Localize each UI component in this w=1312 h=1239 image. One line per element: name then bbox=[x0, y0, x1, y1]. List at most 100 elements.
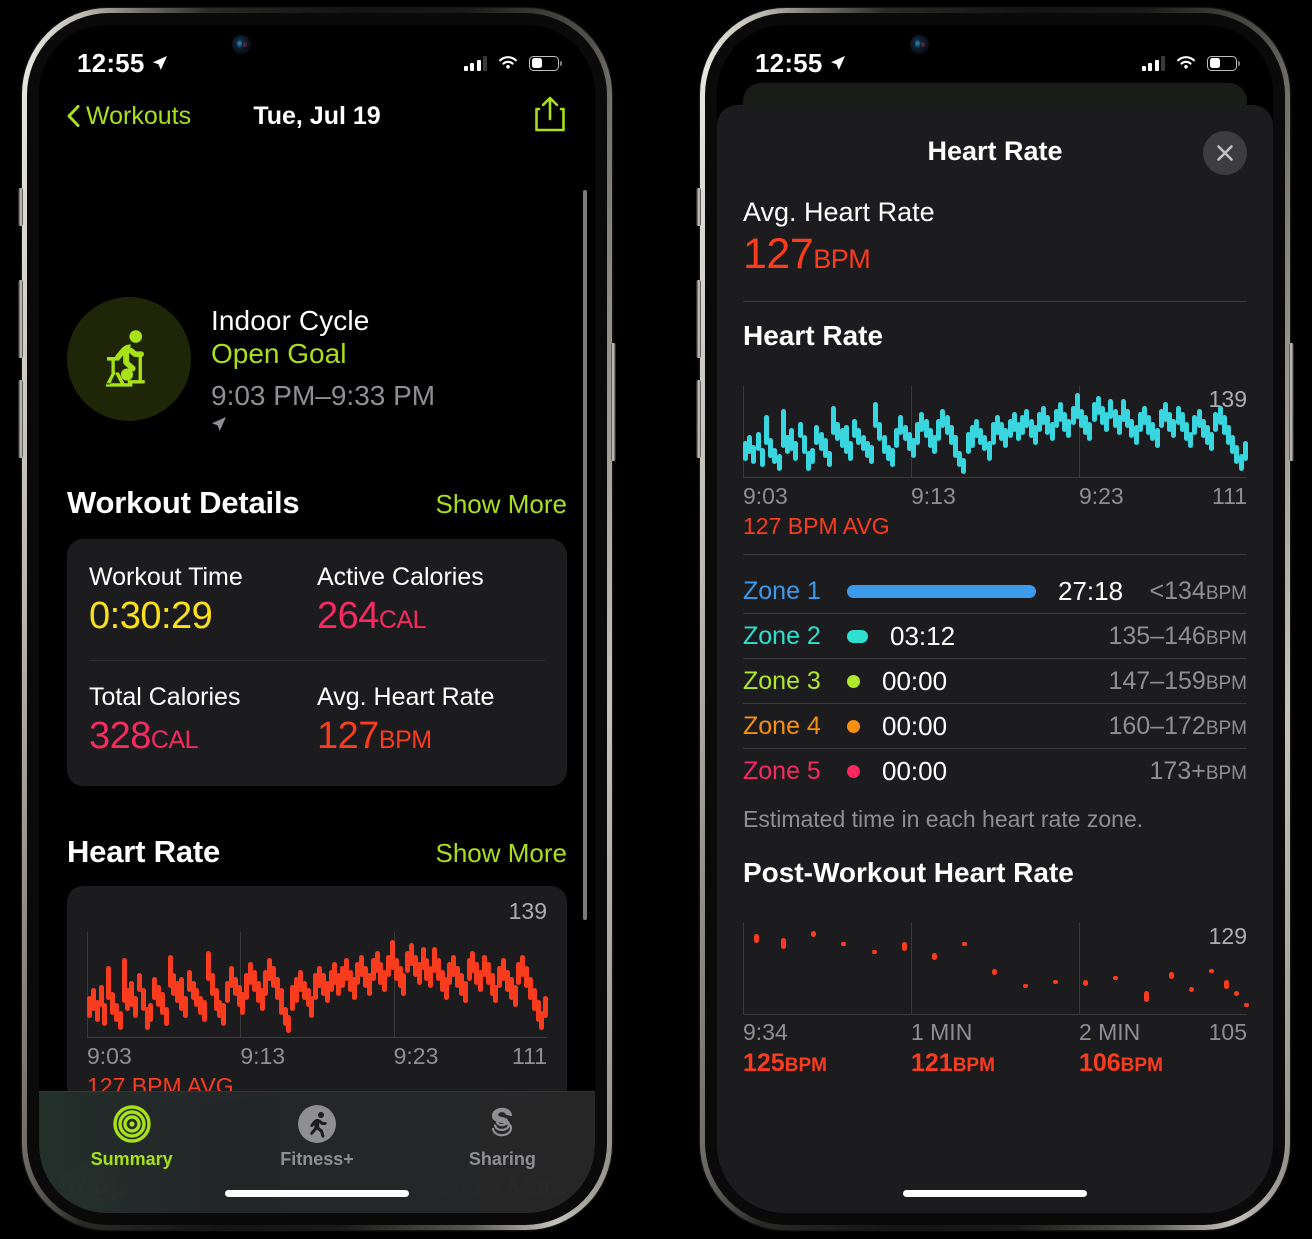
chart-point bbox=[901, 941, 907, 951]
metric-active-calories: Active Calories 264CAL bbox=[317, 559, 545, 661]
workout-title: Indoor Cycle bbox=[211, 305, 370, 336]
zone-row: Zone 5 00:00 173+BPM bbox=[743, 749, 1247, 794]
tab-sharing[interactable]: Sharing bbox=[410, 1104, 595, 1170]
heart-rate-section-title: Heart Rate bbox=[743, 320, 884, 351]
chart-bar bbox=[890, 447, 895, 468]
chart-bar bbox=[1209, 431, 1215, 451]
zone-range: 135–146BPM bbox=[1108, 621, 1247, 650]
chart-bar bbox=[202, 999, 207, 1022]
metric-label: Active Calories bbox=[317, 563, 484, 591]
heart-rate-plot bbox=[87, 932, 549, 1038]
wifi-icon bbox=[499, 56, 517, 69]
zone-dot bbox=[847, 765, 860, 778]
volume-up-button[interactable] bbox=[696, 280, 701, 358]
volume-down-button[interactable] bbox=[18, 380, 23, 458]
chart-bar bbox=[543, 995, 549, 1019]
tab-summary[interactable]: Summary bbox=[39, 1104, 224, 1170]
avg-heart-rate-value: 127BPM bbox=[743, 230, 871, 278]
heart-rate-header: Heart Rate Show More bbox=[67, 834, 567, 870]
chart-point bbox=[1234, 991, 1240, 996]
chart-bar bbox=[810, 447, 816, 464]
chart-min-label: 111 bbox=[512, 1043, 547, 1069]
avg-heart-rate-label: Avg. Heart Rate bbox=[743, 197, 935, 227]
metric-label: Avg. Heart Rate bbox=[317, 683, 495, 711]
zones-footnote: Estimated time in each heart rate zone. bbox=[743, 806, 1144, 832]
silent-switch[interactable] bbox=[18, 188, 23, 226]
zone-name: Zone 3 bbox=[743, 666, 821, 695]
chart-bar bbox=[869, 444, 874, 464]
zone-name: Zone 5 bbox=[743, 757, 821, 785]
power-button[interactable] bbox=[611, 343, 616, 461]
chart-bar bbox=[961, 457, 967, 474]
metric-label: Workout Time bbox=[89, 563, 243, 591]
status-bar-left: 12:55 bbox=[755, 48, 846, 79]
screenshot-stage: 12:55 Tue, Jul 19 Workouts Indoor Cycle … bbox=[0, 0, 1312, 1239]
silent-switch[interactable] bbox=[696, 188, 701, 226]
chart-point bbox=[1209, 968, 1215, 973]
screen-left: 12:55 Tue, Jul 19 Workouts Indoor Cycle … bbox=[39, 25, 595, 1213]
post-workout-axis: 9:34 1 MIN 2 MIN 105 bbox=[743, 1019, 1247, 1047]
axis-tick: 9:03 bbox=[87, 1043, 132, 1069]
tab-fitness-plus[interactable]: Fitness+ bbox=[224, 1104, 409, 1170]
chart-point bbox=[1022, 983, 1028, 989]
zone-bar bbox=[847, 629, 868, 643]
chart-point bbox=[841, 941, 847, 947]
heart-rate-chart: 139 9:03 9:13 9:23 111 127 BPM AVG bbox=[743, 386, 1248, 540]
zone-time: 03:12 bbox=[890, 620, 956, 651]
nav-bar: Tue, Jul 19 Workouts bbox=[39, 87, 595, 145]
workout-details-header: Workout Details Show More bbox=[67, 485, 567, 521]
iphone-right: 12:55 Heart Rate Avg. Heart Rate 127BPM … bbox=[696, 8, 1294, 1230]
workout-gps-indicator bbox=[211, 416, 435, 437]
heart-rate-show-more[interactable]: Show More bbox=[436, 838, 568, 869]
back-button[interactable]: Workouts bbox=[67, 102, 191, 131]
share-button[interactable] bbox=[533, 94, 567, 139]
axis-tick: 9:03 bbox=[743, 483, 788, 509]
chart-bar bbox=[759, 447, 765, 468]
front-camera-icon bbox=[910, 35, 929, 54]
metric-value: 0:30:29 bbox=[89, 595, 213, 637]
axis-tick: 9:23 bbox=[1078, 483, 1124, 509]
zone-bar bbox=[847, 584, 1036, 598]
chart-bar bbox=[221, 1003, 227, 1026]
zone-time: 00:00 bbox=[882, 710, 948, 741]
sheet-title: Heart Rate bbox=[927, 135, 1063, 166]
zone-time: 00:00 bbox=[882, 665, 948, 696]
chart-bar bbox=[1154, 428, 1160, 448]
chart-point bbox=[811, 930, 817, 938]
zone-range: <134BPM bbox=[1149, 576, 1248, 605]
workout-details-title: Workout Details bbox=[67, 485, 300, 520]
runner-icon bbox=[297, 1105, 336, 1143]
workout-goal: Open Goal bbox=[211, 338, 347, 369]
volume-down-button[interactable] bbox=[696, 380, 701, 458]
chart-max-label: 139 bbox=[508, 898, 547, 924]
volume-up-button[interactable] bbox=[18, 280, 23, 358]
notch bbox=[201, 25, 433, 59]
metrics-grid: Workout Time 0:30:29 Active Calories 264… bbox=[67, 539, 567, 786]
scroll-indicator[interactable] bbox=[583, 190, 587, 920]
zone-range: 160–172BPM bbox=[1108, 711, 1247, 740]
close-button[interactable] bbox=[1203, 131, 1247, 175]
chart-point bbox=[871, 949, 877, 954]
battery-icon bbox=[1207, 55, 1240, 71]
close-icon bbox=[1217, 145, 1233, 161]
chart-bar bbox=[163, 1007, 169, 1026]
metric-avg-heart-rate: Avg. Heart Rate 127BPM bbox=[317, 661, 545, 764]
home-indicator[interactable] bbox=[225, 1190, 409, 1197]
metric-label: Total Calories bbox=[89, 683, 241, 711]
chart-bar bbox=[1087, 421, 1093, 442]
zone-row: Zone 4 00:00 160–172BPM bbox=[743, 704, 1247, 749]
zone-dot bbox=[847, 719, 860, 733]
zone-row: Zone 1 27:18 <134BPM bbox=[743, 569, 1247, 614]
heart-rate-chart-card[interactable]: 139 9:03 9:13 9:23 111 127 BPM AVG bbox=[67, 886, 567, 1118]
summary-scroll-view[interactable]: Indoor Cycle Open Goal 9:03 PM–9:33 PM W… bbox=[39, 145, 595, 1213]
zone-range: 147–159BPM bbox=[1108, 666, 1247, 695]
chart-bar bbox=[793, 441, 799, 461]
zone-time: 27:18 bbox=[1058, 575, 1124, 606]
heart-rate-plot bbox=[743, 386, 1248, 478]
chart-point bbox=[932, 953, 937, 960]
power-button[interactable] bbox=[1289, 343, 1294, 461]
chart-point bbox=[1052, 979, 1058, 985]
home-indicator[interactable] bbox=[903, 1190, 1087, 1197]
workout-details-show-more[interactable]: Show More bbox=[436, 489, 568, 520]
chart-bar bbox=[133, 995, 138, 1019]
